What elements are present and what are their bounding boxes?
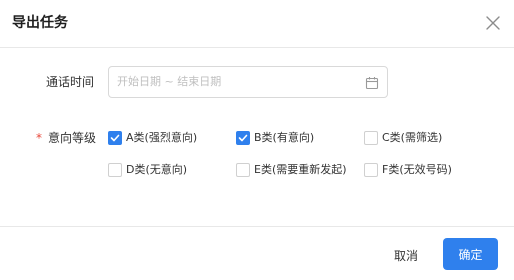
export-task-dialog: 导出任务 通话时间 开始日期 ~ 结束日期 * 意向等级 A类(强烈意向) B类… bbox=[0, 0, 514, 280]
checkbox-unchecked[interactable] bbox=[108, 163, 122, 177]
option-f-label: F类(无效号码) bbox=[382, 163, 452, 176]
checkbox-unchecked[interactable] bbox=[364, 131, 378, 145]
checkbox-unchecked[interactable] bbox=[236, 163, 250, 177]
checkbox-checked[interactable] bbox=[236, 131, 250, 145]
checkbox-option-c[interactable]: C类(需筛选) bbox=[364, 131, 442, 145]
option-a-label: A类(强烈意向) bbox=[126, 131, 198, 144]
intent-level-label: * 意向等级 bbox=[36, 130, 96, 146]
required-mark: * bbox=[36, 131, 42, 145]
checkbox-option-b[interactable]: B类(有意向) bbox=[236, 131, 314, 145]
cancel-button[interactable]: 取消 bbox=[384, 240, 428, 270]
dialog-header: 导出任务 bbox=[0, 0, 514, 48]
checkbox-option-f[interactable]: F类(无效号码) bbox=[364, 163, 452, 177]
date-range-placeholder: 开始日期 ~ 结束日期 bbox=[117, 75, 222, 88]
option-d-label: D类(无意向) bbox=[126, 163, 188, 176]
close-icon[interactable] bbox=[484, 14, 502, 32]
checkbox-option-d[interactable]: D类(无意向) bbox=[108, 163, 187, 177]
checkbox-unchecked[interactable] bbox=[364, 163, 378, 177]
calendar-icon[interactable] bbox=[365, 75, 379, 90]
intent-level-text: 意向等级 bbox=[48, 131, 97, 145]
dialog-footer bbox=[0, 226, 514, 280]
checkbox-option-e[interactable]: E类(需要重新发起) bbox=[236, 163, 347, 177]
date-range-input[interactable]: 开始日期 ~ 结束日期 bbox=[108, 66, 388, 98]
checkbox-checked[interactable] bbox=[108, 131, 122, 145]
option-b-label: B类(有意向) bbox=[254, 131, 315, 144]
checkbox-option-a[interactable]: A类(强烈意向) bbox=[108, 131, 197, 145]
confirm-button[interactable]: 确定 bbox=[443, 238, 498, 270]
option-e-label: E类(需要重新发起) bbox=[254, 163, 347, 176]
dialog-title: 导出任务 bbox=[12, 15, 68, 31]
call-time-label: 通话时间 bbox=[46, 75, 95, 89]
option-c-label: C类(需筛选) bbox=[382, 131, 443, 144]
